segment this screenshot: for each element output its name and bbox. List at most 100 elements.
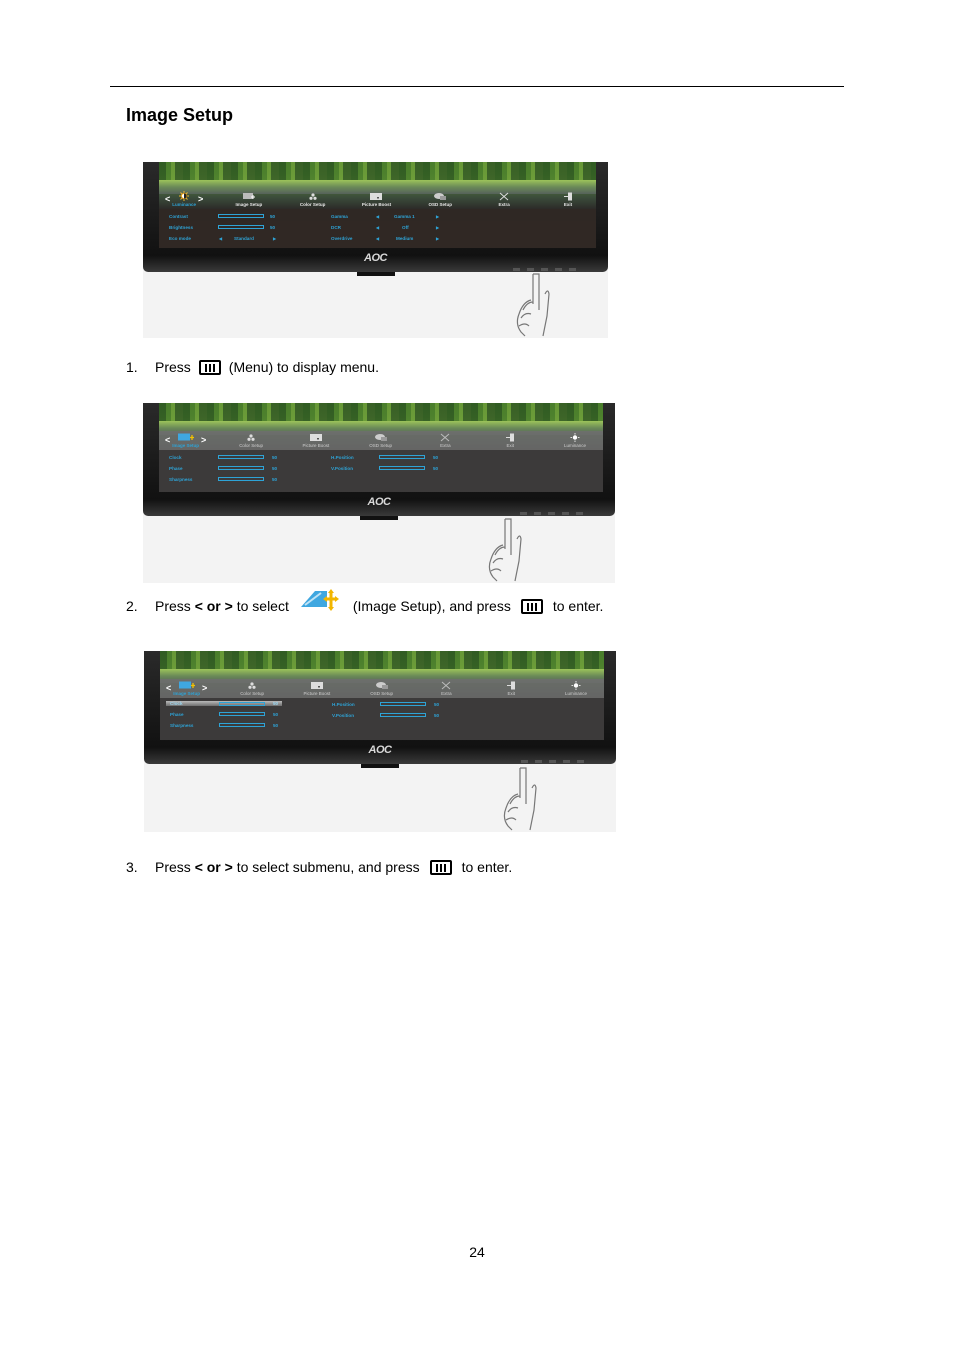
osd-row-v-position[interactable]: V.Position 50 [332, 711, 452, 719]
exit-door-icon [506, 433, 515, 442]
figure-image-setup-menu: < Image Setup > Color Setup Picture Boos… [143, 403, 615, 583]
osd-tab-color-setup[interactable]: Color Setup [231, 433, 271, 448]
osd-row-eco-mode[interactable]: Eco mode ◀ Standard ▶ [169, 234, 279, 242]
left-arrow-icon[interactable]: ◀ [376, 236, 379, 241]
osd-image-setup-panel: Clock 50 Phase 50 Sharpness 50 H.Positio… [160, 698, 604, 740]
left-arrow-icon[interactable]: ◀ [376, 214, 379, 219]
picture-boost-icon [370, 193, 383, 200]
menu-key-icon [198, 359, 221, 375]
osd-row-dcr[interactable]: DCR ◀ Off ▶ [331, 223, 441, 231]
osd-row-overdrive[interactable]: Overdrive ◀ Medium ▶ [331, 234, 441, 242]
monitor-stand [360, 516, 398, 520]
clock-slider[interactable] [218, 455, 264, 459]
osd-row-clock[interactable]: Clock 50 [169, 453, 279, 461]
extra-icon [499, 192, 509, 201]
osd-tab-color-setup[interactable]: Color Setup [293, 192, 333, 207]
image-setup-icon [242, 193, 255, 199]
osd-tab-picture-boost[interactable]: Picture Boost [297, 681, 337, 696]
osd-row-brightness[interactable]: Brightness 50 [169, 223, 279, 231]
phase-slider[interactable] [218, 466, 264, 470]
osd-tab-image-setup[interactable]: Image Setup [229, 192, 269, 207]
step-3: 3. Press < or > to select submenu, and p… [126, 859, 513, 875]
header-rule [110, 86, 844, 87]
monitor-button[interactable] [577, 760, 584, 763]
brightness-slider[interactable] [218, 225, 264, 229]
monitor-stand [361, 764, 399, 768]
osd-row-sharpness[interactable]: Sharpness 50 [169, 475, 279, 483]
osd-setup-icon [374, 434, 387, 441]
section-title: Image Setup [126, 105, 234, 125]
contrast-slider[interactable] [218, 214, 264, 218]
osd-tab-bar: < Image Setup > Color Setup Picture Boos… [160, 679, 604, 698]
right-arrow-icon[interactable]: ▶ [273, 236, 276, 241]
aoc-logo: AOC [368, 744, 392, 756]
osd-tab-osd-setup[interactable]: OSD Setup [420, 192, 460, 207]
osd-row-h-position[interactable]: H.Position 50 [331, 453, 451, 461]
osd-tab-osd-setup[interactable]: OSD Setup [361, 433, 401, 448]
osd-tab-image-setup[interactable]: < Image Setup > [166, 681, 207, 696]
image-setup-icon [300, 589, 339, 611]
monitor-stand [356, 272, 395, 276]
picture-boost-icon [310, 682, 323, 689]
osd-row-v-position[interactable]: V.Position 50 [331, 464, 451, 472]
monitor-button[interactable] [521, 760, 528, 763]
osd-row-h-position[interactable]: H.Position 50 [332, 700, 452, 708]
osd-row-contrast[interactable]: Contrast 50 [169, 212, 279, 220]
osd-tab-luminance[interactable]: < Luminance > [165, 191, 205, 207]
osd-tab-exit[interactable]: Exit [548, 192, 588, 207]
sharpness-slider[interactable] [219, 723, 265, 727]
sharpness-slider[interactable] [218, 477, 264, 481]
osd-row-phase[interactable]: Phase 50 [170, 710, 280, 718]
monitor-screen: < Luminance > Image Setup Color Setup Pi… [159, 162, 596, 248]
monitor-button[interactable] [569, 268, 576, 271]
pointing-hand-icon [516, 273, 550, 337]
monitor-button[interactable] [535, 760, 542, 763]
left-arrow-icon[interactable]: ◀ [376, 225, 379, 230]
monitor-button[interactable] [562, 512, 569, 515]
pointing-hand-icon [503, 767, 537, 831]
phase-slider[interactable] [219, 712, 265, 716]
osd-tab-picture-boost[interactable]: Picture Boost [356, 192, 396, 207]
right-arrow-icon[interactable]: ▶ [436, 236, 439, 241]
osd-row-phase[interactable]: Phase 50 [169, 464, 279, 472]
osd-tab-exit[interactable]: Exit [491, 681, 531, 696]
v-position-slider[interactable] [380, 713, 426, 717]
osd-tab-extra[interactable]: Extra [484, 192, 524, 207]
osd-tab-luminance[interactable]: Luminance [555, 433, 595, 448]
monitor-button[interactable] [576, 512, 583, 515]
right-arrow-icon: > [198, 193, 204, 204]
monitor: < Luminance > Image Setup Color Setup Pi… [143, 162, 608, 272]
clock-slider[interactable] [219, 701, 265, 706]
sun-icon [571, 681, 581, 690]
left-arrow-icon: < [165, 193, 171, 204]
osd-tab-color-setup[interactable]: Color Setup [232, 681, 272, 696]
osd-tab-extra[interactable]: Extra [425, 433, 465, 448]
monitor-button[interactable] [548, 512, 555, 515]
v-position-slider[interactable] [379, 466, 425, 470]
image-setup-icon [178, 681, 195, 689]
right-arrow-icon: > [201, 435, 207, 445]
osd-tab-picture-boost[interactable]: Picture Boost [296, 433, 336, 448]
osd-tab-luminance[interactable]: Luminance [556, 681, 596, 696]
aoc-logo: AOC [364, 252, 387, 264]
osd-row-clock[interactable]: Clock 50 [166, 701, 282, 706]
osd-tab-image-setup[interactable]: < Image Setup > [165, 433, 206, 448]
exit-door-icon [563, 192, 572, 201]
osd-tab-osd-setup[interactable]: OSD Setup [362, 681, 402, 696]
h-position-slider[interactable] [379, 455, 425, 459]
monitor-button[interactable] [549, 760, 556, 763]
osd-row-gamma[interactable]: Gamma ◀ Gamma 1 ▶ [331, 212, 441, 220]
osd-setup-icon [434, 193, 447, 200]
monitor-button[interactable] [563, 760, 570, 763]
osd-tab-exit[interactable]: Exit [490, 433, 530, 448]
step-2: 2. Press < or > to select (Image Setup),… [126, 589, 603, 619]
osd-row-sharpness[interactable]: Sharpness 50 [170, 721, 280, 729]
right-arrow-icon[interactable]: ▶ [436, 225, 439, 230]
osd-tab-bar: < Luminance > Image Setup Color Setup Pi… [159, 188, 596, 209]
left-arrow-icon[interactable]: ◀ [219, 236, 222, 241]
right-arrow-icon: > [202, 683, 208, 693]
extra-icon [442, 681, 451, 690]
h-position-slider[interactable] [380, 702, 426, 706]
right-arrow-icon[interactable]: ▶ [436, 214, 439, 219]
osd-tab-extra[interactable]: Extra [426, 681, 466, 696]
